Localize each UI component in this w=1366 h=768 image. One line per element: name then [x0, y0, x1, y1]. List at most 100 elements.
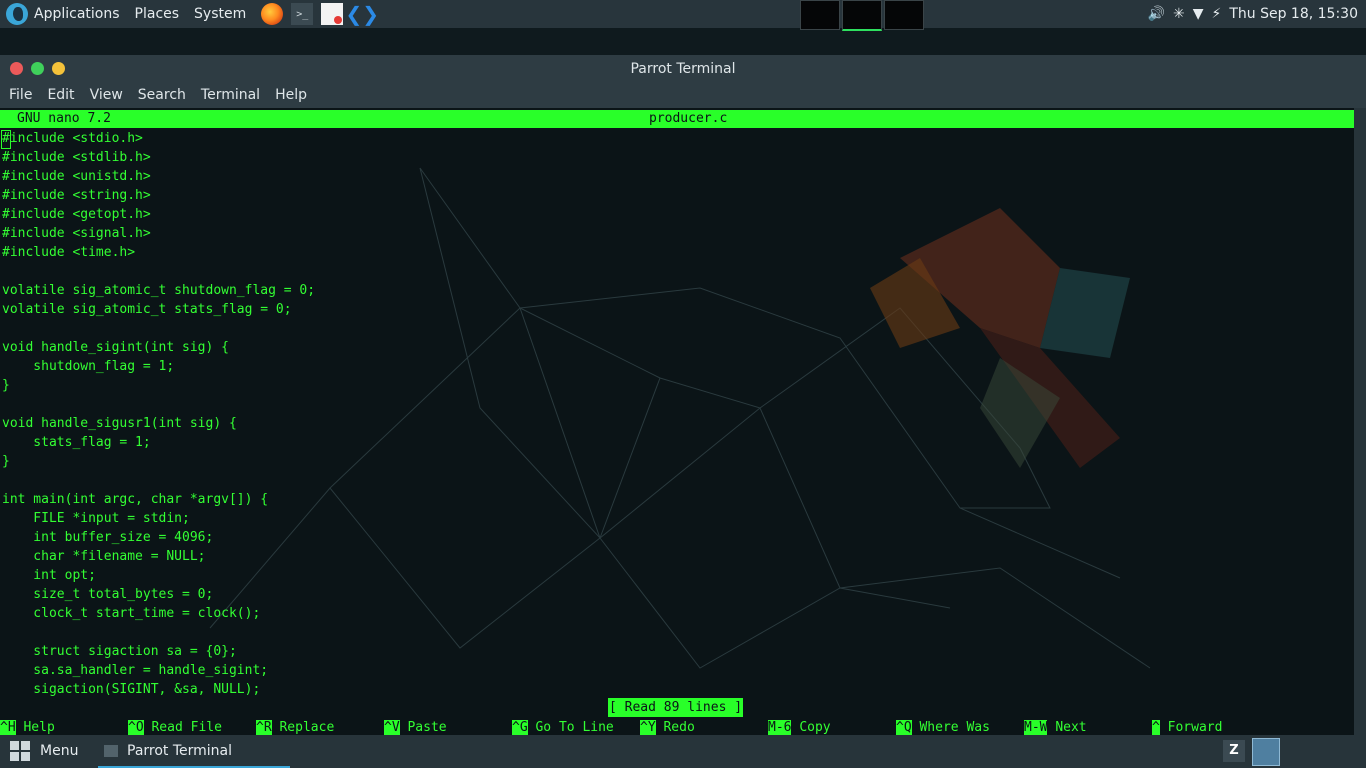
code-line: int main(int argc, char *argv[]) { — [2, 492, 269, 507]
code-editor[interactable]: #include <stdio.h> #include <stdlib.h> #in… — [2, 129, 315, 699]
shortcut-key: ^H — [0, 720, 16, 735]
code-line: clock_t start_time = clock(); — [2, 606, 261, 621]
code-line: struct sigaction sa = {0}; — [2, 644, 237, 659]
code-line: void handle_sigusr1(int sig) { — [2, 416, 237, 431]
terminal-task-icon — [104, 744, 118, 757]
code-line: #include <unistd.h> — [2, 169, 151, 184]
code-line: FILE *input = stdin; — [2, 511, 190, 526]
shortcut-go-to-line: ^G Go To Line — [512, 718, 614, 735]
shortcut-key: M-6 — [768, 720, 792, 735]
shortcut-key: ^R — [256, 720, 272, 735]
code-line: int buffer_size = 4096; — [2, 530, 214, 545]
menu-terminal[interactable]: Terminal — [201, 87, 260, 103]
shortcut-next: M-W Next — [1024, 718, 1087, 735]
system-menu[interactable]: System — [194, 6, 246, 22]
code-line: #include <string.h> — [2, 188, 151, 203]
code-line: #include <time.h> — [2, 245, 136, 260]
firefox-icon[interactable] — [261, 3, 284, 25]
code-line: stats_flag = 1; — [2, 435, 151, 450]
workspace-switcher — [800, 0, 926, 31]
top-panel: Applications Places System >_ ❮❯ 🔊 ✳ ▼ ⚡… — [0, 0, 1366, 31]
document-viewer-icon[interactable] — [321, 3, 344, 25]
code-line: #include <getopt.h> — [2, 207, 151, 222]
nano-version: GNU nano 7.2 — [17, 111, 111, 126]
shortcut-forward: ^ Forward — [1152, 718, 1222, 735]
menu-button[interactable]: Menu — [10, 741, 78, 761]
workspace-3[interactable] — [884, 0, 924, 30]
workspace-1[interactable] — [800, 0, 840, 30]
shortcut-key: ^V — [384, 720, 400, 735]
shortcut-key: ^Y — [640, 720, 656, 735]
shortcut-label: Where Was — [919, 720, 990, 735]
code-line: } — [2, 454, 10, 469]
shortcut-redo: ^Y Redo — [640, 718, 695, 735]
menu-help[interactable]: Help — [275, 87, 307, 103]
menu-file[interactable]: File — [9, 87, 32, 103]
menu-edit[interactable]: Edit — [47, 87, 74, 103]
code-line: volatile sig_atomic_t stats_flag = 0; — [2, 302, 292, 317]
nano-filename: producer.c — [649, 111, 728, 126]
nano-titlebar: GNU nano 7.2 producer.c — [0, 110, 1354, 128]
terminal-content[interactable]: GNU nano 7.2 producer.c #include <stdio.… — [0, 108, 1354, 735]
top-menu: Applications Places System — [0, 0, 261, 28]
menu-search[interactable]: Search — [138, 87, 186, 103]
shortcut-help: ^H Help — [0, 718, 55, 735]
shortcut-read-file: ^O Read File — [128, 718, 222, 735]
volume-icon[interactable]: 🔊 — [1148, 6, 1165, 22]
shortcut-key: ^G — [512, 720, 528, 735]
shortcut-label: Copy — [799, 720, 831, 735]
battery-icon[interactable]: ⚡ — [1212, 6, 1222, 22]
shortcut-label: Redo — [663, 720, 695, 735]
show-desktop-icon[interactable] — [1252, 738, 1280, 766]
code-line: char *filename = NULL; — [2, 549, 206, 564]
bluetooth-icon[interactable]: ✳ — [1173, 6, 1185, 22]
taskbar-item-parrot-terminal[interactable]: Parrot Terminal — [98, 735, 290, 768]
menu-view[interactable]: View — [90, 87, 123, 103]
archive-tray-icon[interactable]: Z — [1223, 740, 1245, 762]
code-line: void handle_sigint(int sig) { — [2, 340, 229, 355]
code-line: sigaction(SIGINT, &sa, NULL); — [2, 682, 261, 697]
code-line: #include <signal.h> — [2, 226, 151, 241]
bottom-panel: Menu Parrot Terminal Z — [0, 735, 1366, 768]
shortcut-label: Go To Line — [535, 720, 614, 735]
shortcut-key: M-W — [1024, 720, 1048, 735]
code-line: volatile sig_atomic_t shutdown_flag = 0; — [2, 283, 316, 298]
nano-shortcut-bar: ^H Help ^O Read File ^R Replace ^V Paste ^G … — [0, 718, 1354, 735]
shortcut-where-was: ^Q Where Was — [896, 718, 990, 735]
shortcut-copy: M-6 Copy — [768, 718, 831, 735]
clock[interactable]: Thu Sep 18, 15:30 — [1229, 6, 1358, 22]
applications-menu[interactable]: Applications — [34, 6, 120, 22]
code-line: #include <stdio.h> — [2, 131, 143, 146]
code-line: shutdown_flag = 1; — [2, 359, 175, 374]
code-line: size_t total_bytes = 0; — [2, 587, 214, 602]
code-line: } — [2, 378, 10, 393]
nano-status-message: [ Read 89 lines ] — [608, 698, 744, 717]
vscode-icon[interactable]: ❮❯ — [346, 2, 380, 26]
shortcut-label: Help — [23, 720, 55, 735]
grid-menu-icon — [10, 741, 30, 761]
shortcut-replace: ^R Replace — [256, 718, 334, 735]
shortcut-label: Replace — [279, 720, 335, 735]
terminal-icon[interactable]: >_ — [291, 3, 314, 25]
system-tray: 🔊 ✳ ▼ ⚡ Thu Sep 18, 15:30 — [1148, 0, 1366, 28]
shortcut-label: Paste — [407, 720, 447, 735]
terminal-scrollbar[interactable] — [1354, 108, 1366, 735]
task-label: Parrot Terminal — [127, 742, 233, 759]
parrot-logo-icon[interactable] — [6, 3, 28, 25]
window-titlebar[interactable]: Parrot Terminal — [0, 55, 1366, 82]
wifi-icon[interactable]: ▼ — [1193, 6, 1204, 22]
places-menu[interactable]: Places — [135, 6, 180, 22]
shortcut-label: Read File — [151, 720, 222, 735]
workspace-2[interactable] — [842, 0, 882, 31]
shortcut-key: ^Q — [896, 720, 912, 735]
code-line: int opt; — [2, 568, 96, 583]
shortcut-label: Next — [1055, 720, 1087, 735]
code-line: #include <stdlib.h> — [2, 150, 151, 165]
shortcut-paste: ^V Paste — [384, 718, 447, 735]
menu-label: Menu — [40, 743, 79, 759]
